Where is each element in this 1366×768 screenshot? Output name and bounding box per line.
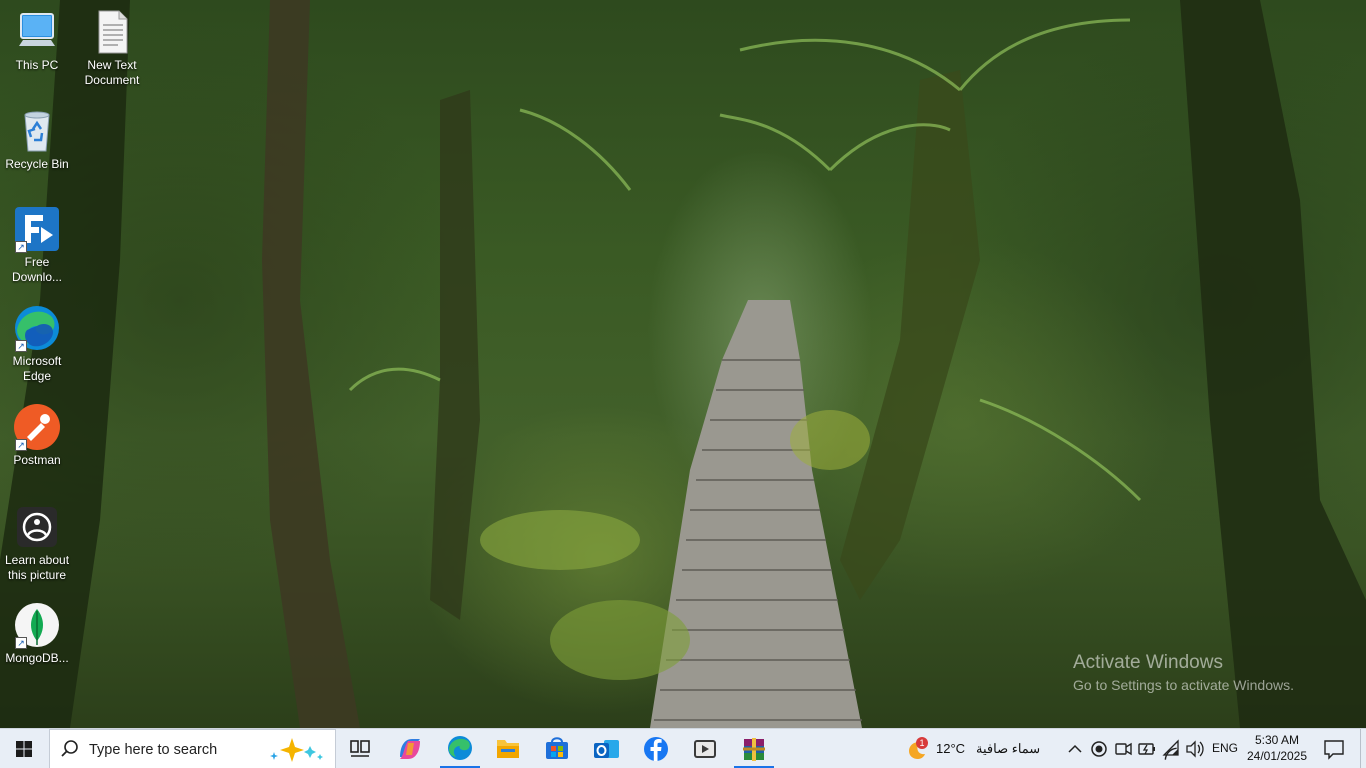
clock-time: 5:30 AM — [1254, 733, 1300, 747]
taskbar-file-explorer[interactable] — [484, 729, 532, 768]
shortcut-arrow-icon: ↗ — [15, 340, 27, 352]
taskbar-facebook[interactable] — [632, 729, 680, 768]
activate-windows-watermark: Activate Windows Go to Settings to activ… — [1073, 652, 1294, 693]
taskbar-search-box[interactable]: Type here to search — [49, 729, 336, 768]
desktop-wallpaper — [0, 0, 1366, 728]
battery-charging-icon — [1138, 743, 1155, 755]
desktop-icon-recycle-bin[interactable]: Recycle Bin — [0, 107, 74, 172]
input-language: ENG — [1212, 741, 1239, 755]
desktop-icon-label: MongoDB... — [5, 651, 69, 665]
taskbar-media-player[interactable] — [681, 729, 729, 768]
video-call-icon — [1115, 742, 1132, 756]
taskbar-microsoft-store[interactable] — [533, 729, 581, 768]
desktop-icon-label: Recycle Bin — [5, 157, 69, 171]
desktop-icon-label: Learn about this picture — [4, 553, 70, 582]
desktop-icon-free-download-manager[interactable]: ↗ Free Downlo... — [0, 205, 74, 285]
mongodb-leaf-icon: ↗ — [13, 601, 61, 649]
desktop-icon-learn-about-this-picture[interactable]: Learn about this picture — [0, 503, 74, 583]
weather-temperature: 12°C — [936, 741, 966, 756]
tray-meet-now-button[interactable] — [1112, 729, 1134, 768]
shortcut-arrow-icon: ↗ — [15, 637, 27, 649]
search-highlight-sparkle-icon — [270, 738, 323, 762]
start-button[interactable] — [0, 729, 48, 768]
computer-icon — [13, 8, 61, 56]
tray-record-button[interactable] — [1088, 729, 1110, 768]
tray-network-button[interactable] — [1160, 729, 1182, 768]
folder-icon — [497, 740, 519, 758]
tray-volume-button[interactable] — [1184, 729, 1206, 768]
notification-center-button[interactable] — [1316, 729, 1352, 768]
taskbar: Type here to search 1 12°C سماء صافية EN… — [0, 728, 1366, 768]
activate-windows-subtitle: Go to Settings to activate Windows. — [1073, 677, 1294, 693]
copilot-button[interactable] — [386, 729, 434, 768]
text-document-icon — [88, 8, 136, 56]
tray-battery-button[interactable] — [1136, 729, 1158, 768]
desktop-icon-label: New Text Document — [84, 58, 140, 87]
taskbar-winrar[interactable] — [730, 729, 778, 768]
taskbar-microsoft-edge[interactable] — [436, 729, 484, 768]
weather-condition: سماء صافية — [976, 741, 1041, 756]
desktop-icon-postman[interactable]: ↗ Postman — [0, 403, 74, 468]
weather-notification-badge: 1 — [916, 737, 928, 749]
desktop-icon-new-text-document[interactable]: New Text Document — [75, 8, 149, 88]
desktop-icon-mongodb[interactable]: ↗ MongoDB... — [0, 601, 74, 666]
clock-date: 24/01/2025 — [1246, 749, 1308, 763]
windows-logo-icon — [16, 741, 32, 757]
camera-info-icon — [13, 503, 61, 551]
taskbar-outlook[interactable] — [582, 729, 630, 768]
media-player-icon — [694, 740, 716, 758]
record-icon — [1091, 741, 1107, 757]
desktop-icon-this-pc[interactable]: This PC — [0, 8, 74, 73]
task-view-icon — [350, 740, 370, 757]
wifi-icon — [1162, 739, 1179, 760]
edge-icon: ↗ — [13, 304, 61, 352]
store-bag-icon — [546, 737, 568, 759]
search-icon — [61, 740, 78, 757]
postman-icon: ↗ — [13, 403, 61, 451]
free-download-manager-icon: ↗ — [13, 205, 61, 253]
shortcut-arrow-icon: ↗ — [15, 241, 27, 253]
desktop-icon-label: Postman — [13, 453, 61, 467]
desktop-icon-label: Free Downlo... — [11, 255, 63, 284]
edge-icon — [448, 736, 472, 760]
task-view-button[interactable] — [336, 729, 384, 768]
winrar-icon — [743, 738, 765, 761]
notification-icon — [1324, 740, 1344, 760]
show-desktop-button[interactable] — [1360, 729, 1366, 768]
outlook-icon — [594, 740, 619, 758]
speaker-icon — [1186, 740, 1204, 758]
input-language-button[interactable]: ENG — [1208, 729, 1242, 768]
recycle-bin-icon — [13, 107, 61, 155]
copilot-icon — [400, 739, 420, 759]
weather-widget[interactable]: 1 12°C سماء صافية — [900, 729, 1050, 768]
shortcut-arrow-icon: ↗ — [15, 439, 27, 451]
chevron-up-icon — [1068, 744, 1082, 753]
desktop-icon-label: Microsoft Edge — [12, 354, 62, 383]
search-placeholder: Type here to search — [89, 742, 218, 758]
activate-windows-title: Activate Windows — [1073, 652, 1223, 673]
show-hidden-icons-button[interactable] — [1064, 729, 1086, 768]
clock-button[interactable]: 5:30 AM 24/01/2025 — [1244, 729, 1310, 768]
facebook-icon — [644, 737, 668, 761]
desktop-icon-label: This PC — [15, 58, 59, 72]
desktop-icon-microsoft-edge[interactable]: ↗ Microsoft Edge — [0, 304, 74, 384]
